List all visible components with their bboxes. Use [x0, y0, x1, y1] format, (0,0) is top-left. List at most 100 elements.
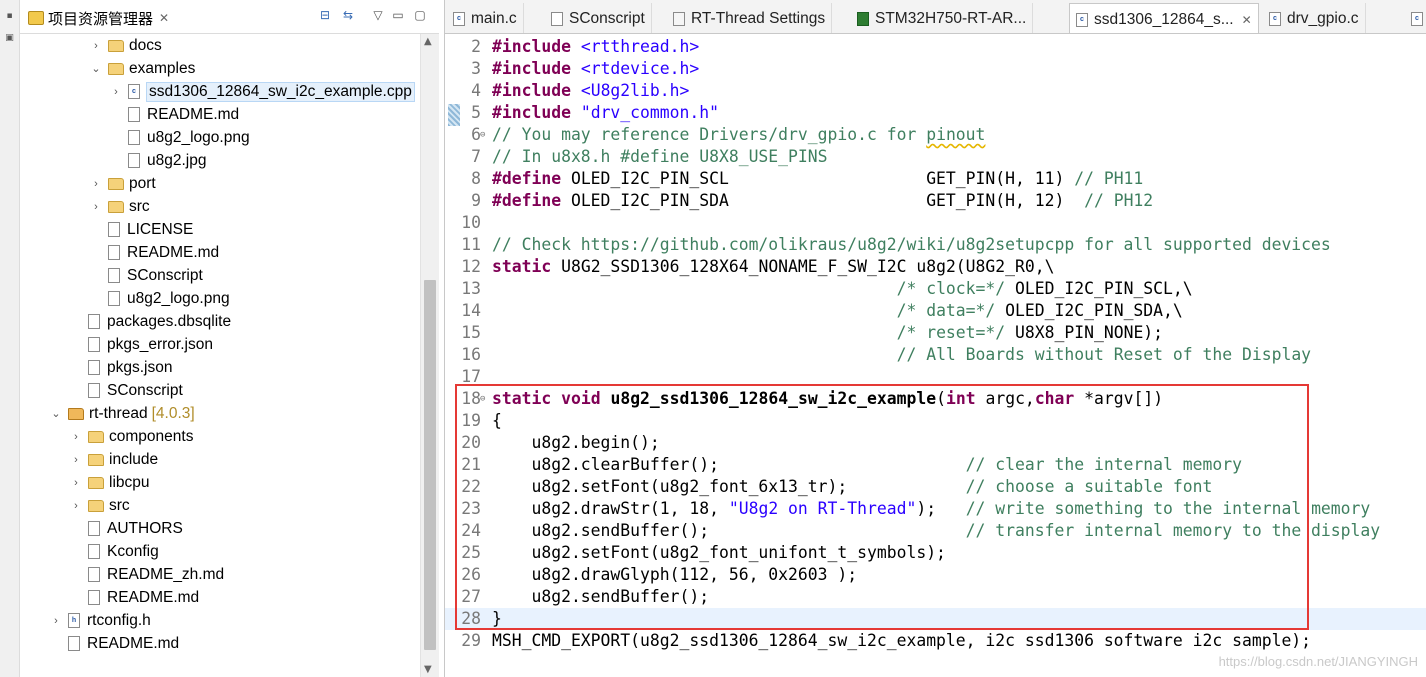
- code-line[interactable]: 27 u8g2.sendBuffer();: [445, 586, 1426, 608]
- tree-item[interactable]: › libcpu: [70, 471, 149, 494]
- chevron-right-icon[interactable]: ›: [50, 615, 62, 627]
- restore-icon[interactable]: ▣: [3, 32, 16, 44]
- editor-tab[interactable]: cm: [1405, 3, 1426, 33]
- tree-item[interactable]: ⌄ rt-thread [4.0.3]: [50, 402, 194, 425]
- code-line[interactable]: 12 static U8G2_SSD1306_128X64_NONAME_F_SW…: [445, 256, 1426, 278]
- chevron-right-icon[interactable]: ›: [90, 178, 102, 190]
- code-line[interactable]: 26 u8g2.drawGlyph(112, 56, 0x2603 );: [445, 564, 1426, 586]
- code-line[interactable]: 5 #include "drv_common.h": [445, 102, 1426, 124]
- code-line[interactable]: 9 #define OLED_I2C_PIN_SDA GET_PIN(H, 12)…: [445, 190, 1426, 212]
- tree-item[interactable]: ›README.md: [110, 103, 239, 126]
- tree-item[interactable]: ›pkgs.json: [70, 356, 172, 379]
- code-area[interactable]: 2 #include <rtthread.h> 3 #include <rtdevic…: [445, 36, 1426, 677]
- code-line[interactable]: 25 u8g2.setFont(u8g2_font_unifont_t_symb…: [445, 542, 1426, 564]
- tree-item[interactable]: ›README.md: [90, 241, 219, 264]
- tree-item[interactable]: ›pkgs_error.json: [70, 333, 213, 356]
- editor-tab[interactable]: STM32H750-RT-AR...: [851, 3, 1034, 33]
- scroll-down-icon[interactable]: ▼: [424, 664, 432, 675]
- tree-item[interactable]: ›SConscript: [70, 379, 183, 402]
- tree-item[interactable]: ›SConscript: [90, 264, 203, 287]
- code-line[interactable]: 15 /* reset=*/ U8X8_PIN_NONE);: [445, 322, 1426, 344]
- tree-item[interactable]: ›README_zh.md: [70, 563, 224, 586]
- code-line[interactable]: 29 MSH_CMD_EXPORT(u8g2_ssd1306_12864_sw_i…: [445, 630, 1426, 652]
- chevron-right-icon[interactable]: ›: [70, 500, 82, 512]
- line-number: 12: [461, 257, 481, 276]
- tree-item[interactable]: ›README.md: [70, 586, 199, 609]
- tree-item[interactable]: › src: [70, 494, 130, 517]
- code-line[interactable]: 22 u8g2.setFont(u8g2_font_6x13_tr); // c…: [445, 476, 1426, 498]
- code-line[interactable]: 16 // All Boards without Reset of the Di…: [445, 344, 1426, 366]
- project-tree: › docs ⌄ examples › c ssd1306_12864_sw_i2c_exa…: [20, 34, 420, 677]
- view-menu-icon[interactable]: ▽: [370, 7, 386, 23]
- tree-item[interactable]: › c ssd1306_12864_sw_i2c_example.cpp: [110, 80, 415, 103]
- editor-tab[interactable]: SConscript: [545, 3, 652, 33]
- tree-item[interactable]: ›README.md: [50, 632, 179, 655]
- code-line[interactable]: 8 #define OLED_I2C_PIN_SCL GET_PIN(H, 11)…: [445, 168, 1426, 190]
- tree-item[interactable]: ›u8g2_logo.png: [110, 126, 250, 149]
- tree-item[interactable]: › include: [70, 448, 158, 471]
- close-icon[interactable]: ✕: [159, 11, 169, 25]
- chevron-right-icon[interactable]: ›: [110, 86, 122, 98]
- code-line[interactable]: 7 // In u8x8.h #define U8X8_USE_PINS: [445, 146, 1426, 168]
- code-line[interactable]: 13 /* clock=*/ OLED_I2C_PIN_SCL,\: [445, 278, 1426, 300]
- chevron-right-icon[interactable]: ›: [70, 477, 82, 489]
- minimize-view-icon[interactable]: ▭: [390, 7, 406, 23]
- tree-item[interactable]: ›packages.dbsqlite: [70, 310, 231, 333]
- code-line[interactable]: 21 u8g2.clearBuffer(); // clear the inte…: [445, 454, 1426, 476]
- code-line[interactable]: 2 #include <rtthread.h>: [445, 36, 1426, 58]
- tree-item[interactable]: ›u8g2.jpg: [110, 149, 206, 172]
- line-number: 11: [461, 235, 481, 254]
- tree-item[interactable]: › components: [70, 425, 193, 448]
- explorer-scrollbar[interactable]: ▲ ▼: [420, 34, 439, 677]
- code-editor: c main.c SConscript RT-Thread Settings STM32…: [444, 0, 1426, 677]
- tree-item[interactable]: ›Kconfig: [70, 540, 159, 563]
- line-number: 5: [471, 103, 481, 122]
- maximize-view-icon[interactable]: ▢: [412, 7, 428, 23]
- line-number: 13: [461, 279, 481, 298]
- link-editor-icon[interactable]: ⇆: [340, 7, 356, 23]
- code-line[interactable]: 3 #include <rtdevice.h>: [445, 58, 1426, 80]
- editor-tab[interactable]: c ssd1306_12864_s... ✕: [1069, 3, 1259, 33]
- tree-item[interactable]: ›AUTHORS: [70, 517, 183, 540]
- chevron-right-icon[interactable]: ›: [90, 201, 102, 213]
- code-text: // In u8x8.h #define U8X8_USE_PINS: [492, 147, 828, 166]
- code-line[interactable]: 4 #include <U8g2lib.h>: [445, 80, 1426, 102]
- tree-item[interactable]: › src: [90, 195, 150, 218]
- collapse-all-icon[interactable]: ⊟: [317, 7, 333, 23]
- chevron-down-icon[interactable]: ⌄: [90, 62, 102, 75]
- explorer-tab[interactable]: 项目资源管理器 ✕: [22, 4, 175, 32]
- chevron-down-icon[interactable]: ⌄: [50, 407, 62, 420]
- scroll-up-icon[interactable]: ▲: [424, 36, 432, 47]
- code-line[interactable]: 11 // Check https://github.com/olikraus/u…: [445, 234, 1426, 256]
- tree-item-label: packages.dbsqlite: [107, 312, 232, 330]
- editor-tab[interactable]: c main.c: [447, 3, 524, 33]
- code-line[interactable]: 10: [445, 212, 1426, 234]
- code-text: #include "drv_common.h": [492, 103, 719, 122]
- code-line[interactable]: 17: [445, 366, 1426, 388]
- fold-icon[interactable]: ⊖: [480, 124, 485, 146]
- code-line[interactable]: 23 u8g2.drawStr(1, 18, "U8g2 on RT-Threa…: [445, 498, 1426, 520]
- close-icon[interactable]: ✕: [1242, 13, 1252, 27]
- code-line[interactable]: 20 u8g2.begin();: [445, 432, 1426, 454]
- tree-item[interactable]: › docs: [90, 34, 162, 57]
- code-line[interactable]: 14 /* data=*/ OLED_I2C_PIN_SDA,\: [445, 300, 1426, 322]
- code-line[interactable]: 28}: [445, 608, 1426, 630]
- code-line[interactable]: 24 u8g2.sendBuffer(); // transfer intern…: [445, 520, 1426, 542]
- code-line[interactable]: 18 ⊖ static void u8g2_ssd1306_12864_sw_i2c…: [445, 388, 1426, 410]
- code-line[interactable]: 6 ⊖ // You may reference Drivers/drv_gpio.…: [445, 124, 1426, 146]
- chevron-right-icon[interactable]: ›: [70, 431, 82, 443]
- editor-tab[interactable]: c drv_gpio.c: [1263, 3, 1366, 33]
- minimize-icon[interactable]: ▪: [3, 10, 16, 22]
- tree-item[interactable]: ›u8g2_logo.png: [90, 287, 230, 310]
- chevron-right-icon[interactable]: ›: [70, 454, 82, 466]
- tree-item[interactable]: › port: [90, 172, 156, 195]
- tree-item-label: pkgs.json: [107, 358, 173, 376]
- code-line[interactable]: 19 {: [445, 410, 1426, 432]
- tree-item[interactable]: ›LICENSE: [90, 218, 193, 241]
- editor-tab[interactable]: RT-Thread Settings: [667, 3, 833, 33]
- tree-item[interactable]: ⌄ examples: [90, 57, 195, 80]
- fold-icon[interactable]: ⊖: [480, 388, 485, 410]
- scrollbar-thumb[interactable]: [424, 280, 436, 650]
- chevron-right-icon[interactable]: ›: [90, 40, 102, 52]
- tree-item[interactable]: › h rtconfig.h: [50, 609, 151, 632]
